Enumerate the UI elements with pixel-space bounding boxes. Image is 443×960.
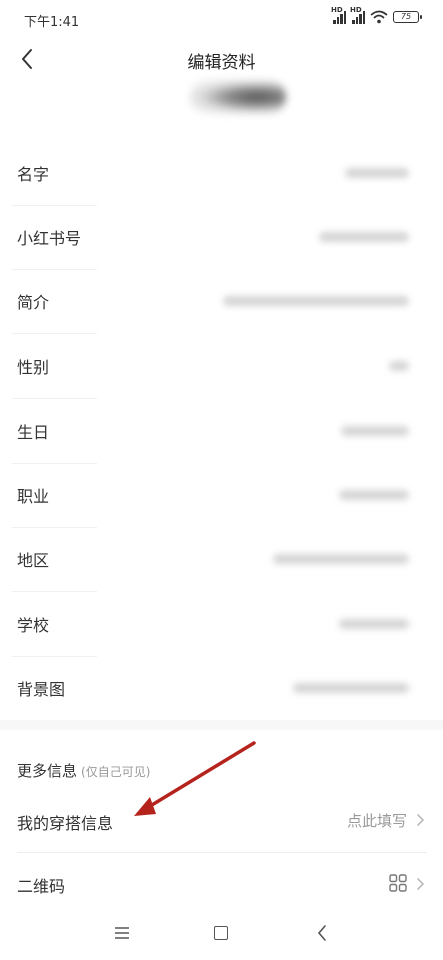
field-label: 背景图 [17,680,66,699]
chevron-right-icon [417,878,425,890]
field-label: 职业 [17,487,50,506]
field-label: 生日 [17,423,50,442]
field-value-blurred [273,554,409,564]
field-value-blurred [341,426,409,436]
qr-code-row[interactable]: 二维码 [0,862,443,906]
field-row-birthday[interactable]: 生日 [0,399,443,463]
avatar[interactable] [190,80,286,114]
status-bar: 下午1:41 HD HD 75 [0,0,443,36]
field-row-id[interactable]: 小红书号 [0,205,443,269]
divider [17,852,427,853]
field-row-bio[interactable]: 简介 [0,269,443,333]
field-value-blurred [293,683,409,693]
field-row-region[interactable]: 地区 [0,527,443,591]
field-value-blurred [339,490,409,500]
section-divider [0,720,443,730]
field-label: 小红书号 [17,229,82,248]
status-icons: HD HD 75 [331,6,422,24]
page-title: 编辑资料 [187,53,256,73]
battery-icon: 75 [393,11,422,23]
field-label: 简介 [17,293,50,312]
back-triangle-icon[interactable] [316,924,328,942]
field-row-gender[interactable]: 性别 [0,334,443,398]
field-value-blurred [389,361,409,371]
field-value-blurred [223,296,409,306]
outfit-info-value: 点此填写 [346,812,407,830]
qr-grid-icon [389,874,407,892]
system-nav-bar [0,910,443,960]
outfit-info-label: 我的穿搭信息 [17,814,114,833]
signal-icon: HD [331,6,346,24]
qr-code-label: 二维码 [17,877,66,896]
wifi-icon [370,10,388,24]
field-row-name[interactable]: 名字 [0,141,443,205]
field-value-blurred [345,168,409,178]
field-label: 学校 [17,616,50,635]
field-value-blurred [319,232,409,242]
more-info-title: 更多信息 [17,762,78,780]
field-value-blurred [339,619,409,629]
field-row-background[interactable]: 背景图 [0,656,443,720]
field-label: 名字 [17,165,50,184]
annotation-arrow [134,741,256,816]
home-square-icon[interactable] [214,926,228,940]
field-label: 地区 [17,551,50,570]
menu-icon[interactable] [114,926,130,940]
status-time: 下午1:41 [24,15,80,30]
chevron-right-icon [417,814,425,826]
field-label: 性别 [17,358,50,377]
field-row-job[interactable]: 职业 [0,463,443,527]
field-row-school[interactable]: 学校 [0,592,443,656]
signal-icon-2: HD [350,6,365,24]
